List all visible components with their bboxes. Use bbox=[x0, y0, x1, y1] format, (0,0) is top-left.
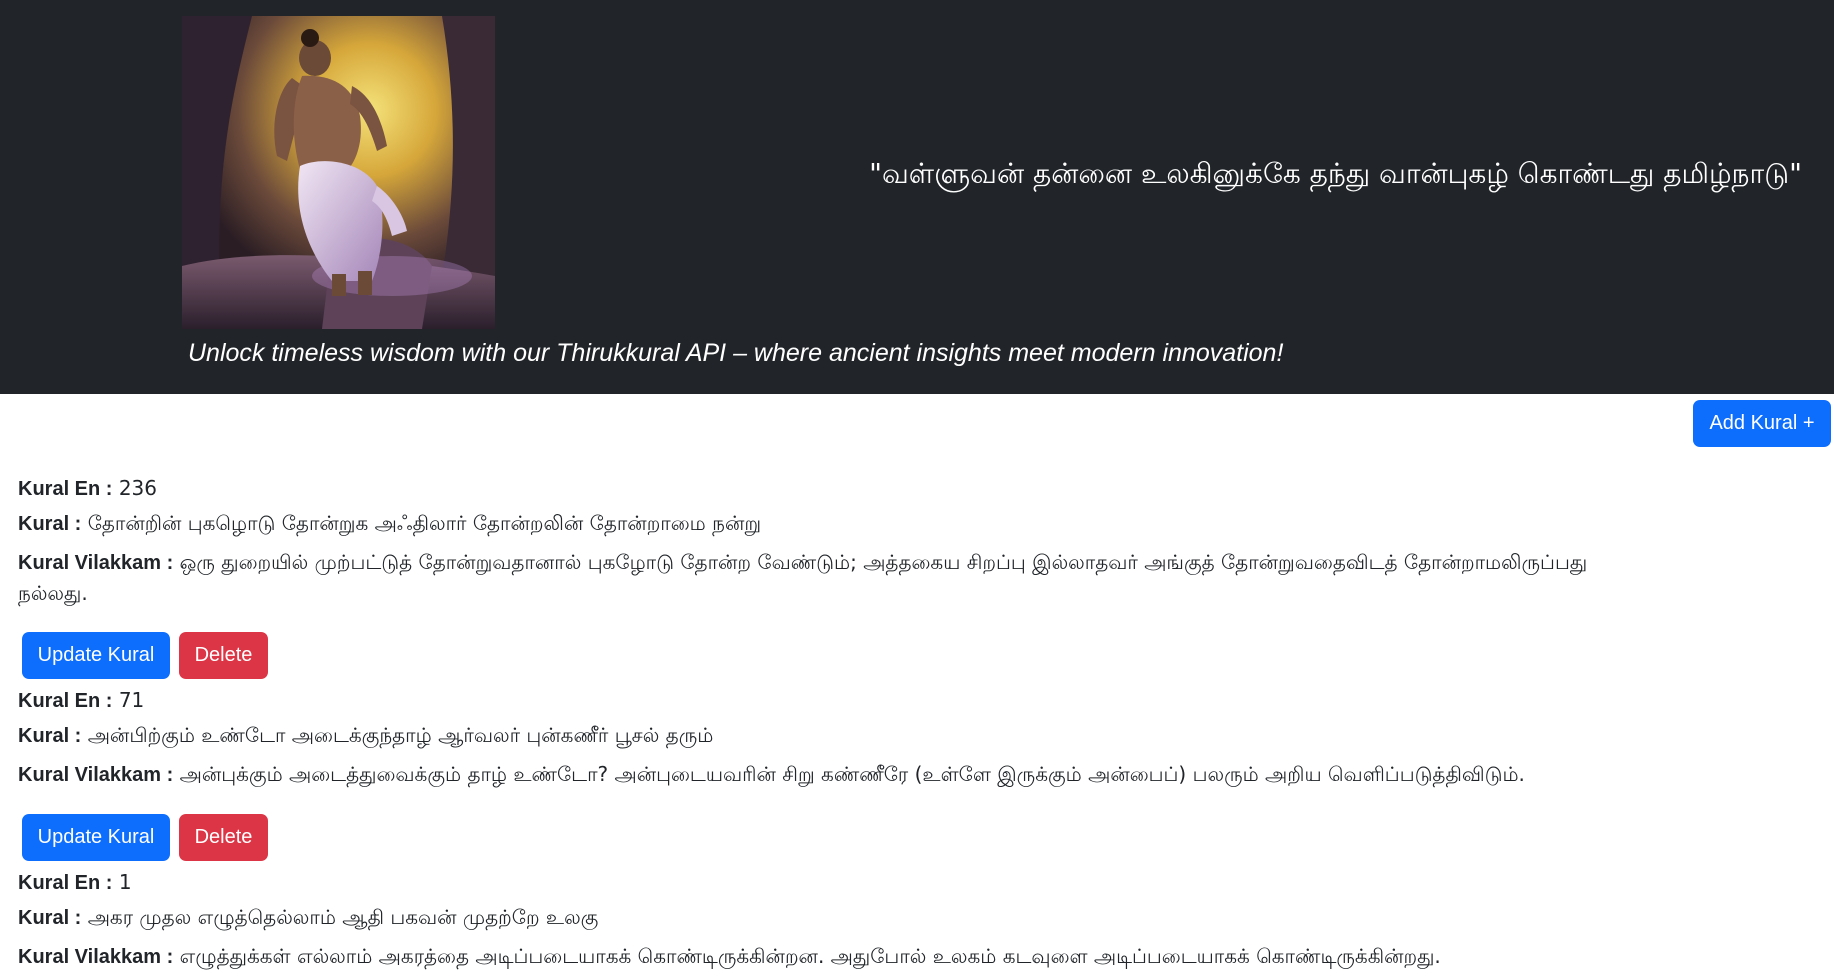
page-header: "வள்ளுவன் தன்னை உலகினுக்கே தந்து வான்புக… bbox=[0, 0, 1834, 394]
delete-button[interactable]: Delete bbox=[179, 632, 268, 679]
kural-row: Kural : அன்பிற்கும் உண்டோ அடைக்குந்தாழ் … bbox=[18, 723, 713, 750]
kural-label: Kural : bbox=[18, 725, 82, 747]
kural-en-label: Kural En : bbox=[18, 690, 113, 712]
kural-vilakkam-text: எழுத்துக்கள் எல்லாம் அகரத்தை அடிப்படையாக… bbox=[179, 944, 1441, 968]
kural-en-row: Kural En : 71 bbox=[18, 688, 144, 713]
thiruvalluvar-image bbox=[182, 16, 495, 329]
kural-en-value: 71 bbox=[118, 688, 145, 712]
update-kural-button[interactable]: Update Kural bbox=[22, 632, 170, 679]
kural-text: தோன்றின் புகழொடு தோன்றுக அஃதிலார் தோன்றல… bbox=[87, 511, 762, 535]
delete-button[interactable]: Delete bbox=[179, 814, 268, 861]
kural-vilakkam-row: Kural Vilakkam : அன்புக்கும் அடைத்துவைக்… bbox=[18, 762, 1525, 789]
update-kural-button[interactable]: Update Kural bbox=[22, 814, 170, 861]
kural-en-row: Kural En : 1 bbox=[18, 870, 132, 895]
add-kural-button[interactable]: Add Kural + bbox=[1693, 400, 1831, 447]
kural-vilakkam-label: Kural Vilakkam : bbox=[18, 552, 174, 574]
kural-vilakkam-label: Kural Vilakkam : bbox=[18, 764, 174, 786]
kural-en-value: 236 bbox=[118, 476, 157, 500]
kural-en-value: 1 bbox=[118, 870, 132, 894]
kural-text: அகர முதல எழுத்தெல்லாம் ஆதி பகவன் முதற்றே… bbox=[87, 905, 599, 929]
kural-en-label: Kural En : bbox=[18, 872, 113, 894]
kural-vilakkam-row: Kural Vilakkam : எழுத்துக்கள் எல்லாம் அக… bbox=[18, 944, 1441, 971]
kural-vilakkam-text: ஒரு துறையில் முற்பட்டுத் தோன்றுவதானால் ப… bbox=[18, 550, 1588, 605]
kural-text: அன்பிற்கும் உண்டோ அடைக்குந்தாழ் ஆர்வலர் … bbox=[87, 723, 714, 747]
hero-tagline: Unlock timeless wisdom with our Thirukku… bbox=[188, 339, 1284, 367]
kural-row: Kural : தோன்றின் புகழொடு தோன்றுக அஃதிலார… bbox=[18, 511, 761, 538]
kural-row: Kural : அகர முதல எழுத்தெல்லாம் ஆதி பகவன்… bbox=[18, 905, 598, 932]
kural-en-label: Kural En : bbox=[18, 478, 113, 500]
hero-quote: "வள்ளுவன் தன்னை உலகினுக்கே தந்து வான்புக… bbox=[869, 157, 1802, 190]
kural-vilakkam-label: Kural Vilakkam : bbox=[18, 946, 174, 968]
kural-vilakkam-text: அன்புக்கும் அடைத்துவைக்கும் தாழ் உண்டோ? … bbox=[179, 762, 1525, 786]
kural-en-row: Kural En : 236 bbox=[18, 476, 157, 501]
kural-vilakkam-row: Kural Vilakkam : ஒரு துறையில் முற்பட்டுத… bbox=[18, 547, 1658, 608]
thiruvalluvar-illustration bbox=[182, 16, 495, 329]
kural-label: Kural : bbox=[18, 907, 82, 929]
kural-label: Kural : bbox=[18, 513, 82, 535]
